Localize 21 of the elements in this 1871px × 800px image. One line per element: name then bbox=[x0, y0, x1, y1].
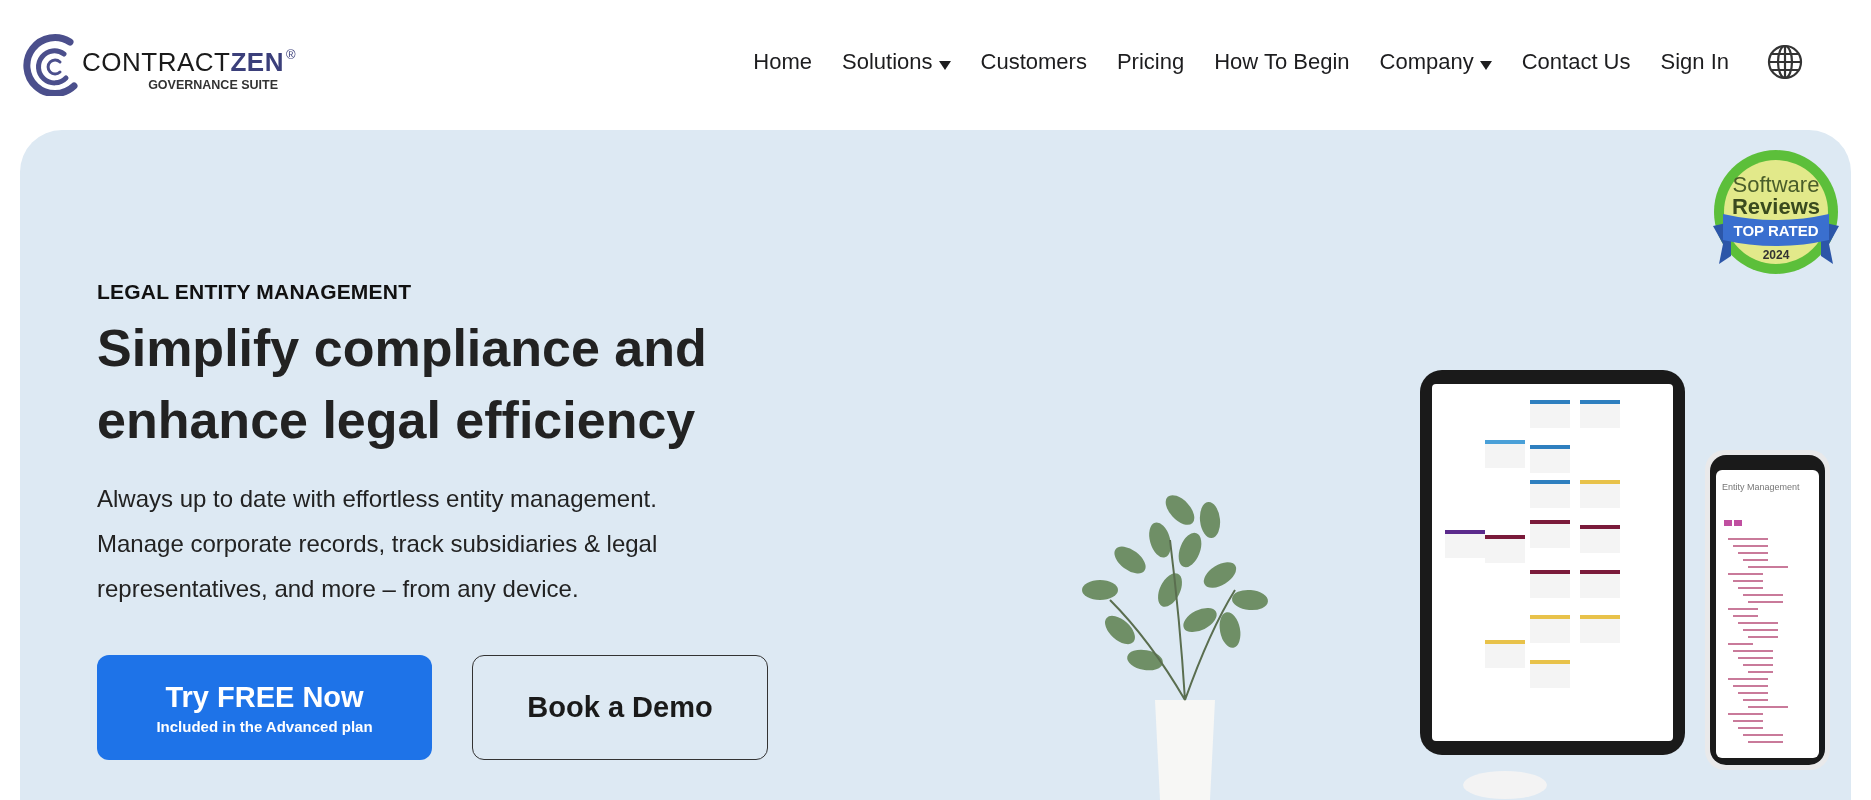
nav-link[interactable]: Company bbox=[1379, 49, 1492, 75]
top-rated-badge: Software Reviews TOP RATED 2024 bbox=[1713, 150, 1839, 274]
nav-link[interactable]: Pricing bbox=[1116, 49, 1185, 75]
nav-link[interactable]: Sign In bbox=[1660, 49, 1729, 75]
brand-tagline: GOVERNANCE SUITE bbox=[148, 77, 279, 92]
nav-link[interactable]: Solutions bbox=[842, 49, 951, 75]
nav-link[interactable]: Home bbox=[753, 49, 813, 75]
hero-description: Always up to date with effortless entity management. Manage corporate records, track subsidiaries & legal representatives, and more – from any device. bbox=[97, 484, 659, 604]
try-free-button[interactable]: Try FREE Now Included in the Advanced plan bbox=[97, 655, 432, 760]
nav-link[interactable]: How To Begin bbox=[1214, 49, 1350, 75]
section-eyebrow: LEGAL ENTITY MANAGEMENT bbox=[97, 280, 413, 304]
book-demo-button[interactable]: Book a Demo bbox=[472, 655, 768, 760]
nav-link[interactable]: Contact Us bbox=[1521, 49, 1631, 75]
nav-link[interactable]: Customers bbox=[980, 49, 1087, 75]
caret-icon bbox=[938, 60, 951, 70]
hero-headline: Simplify compliance and enhance legal efficiency bbox=[97, 318, 708, 451]
globe-icon[interactable] bbox=[1767, 44, 1803, 80]
brand-name: CONTRACTZEN® bbox=[82, 46, 297, 78]
logo-icon bbox=[20, 34, 78, 96]
caret-icon bbox=[1479, 60, 1492, 70]
phone-screen-title: Entity Management bbox=[1722, 482, 1800, 492]
